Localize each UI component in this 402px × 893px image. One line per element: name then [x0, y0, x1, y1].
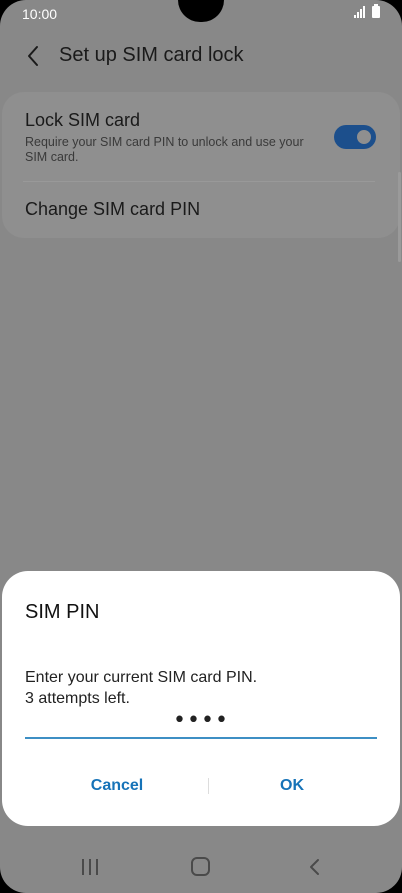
dialog-message: Enter your current SIM card PIN. 3 attem…	[25, 667, 365, 709]
dialog-title: SIM PIN	[25, 601, 100, 623]
screen: 10:00 Set up SIM card lock Lock SIM card…	[0, 0, 402, 893]
change-sim-pin-row[interactable]: Change SIM card PIN	[2, 181, 400, 238]
row-divider	[23, 181, 375, 182]
home-icon[interactable]	[191, 857, 210, 876]
dialog-message-line-1: Enter your current SIM card PIN.	[25, 669, 258, 686]
navigation-bar	[0, 841, 402, 893]
lock-sim-card-row[interactable]: Lock SIM card Require your SIM card PIN …	[2, 92, 400, 180]
lock-sim-card-description: Require your SIM card PIN to unlock and …	[25, 135, 304, 164]
toggle-knob	[355, 128, 373, 146]
nav-back-icon[interactable]	[305, 857, 325, 877]
app-header: Set up SIM card lock	[0, 36, 402, 76]
sim-pin-dialog: SIM PIN Enter your current SIM card PIN.…	[2, 571, 400, 826]
signal-icon	[354, 6, 366, 18]
cancel-button[interactable]: Cancel	[27, 771, 207, 801]
status-icons	[354, 4, 380, 18]
status-time: 10:00	[22, 6, 58, 22]
battery-icon	[372, 4, 380, 18]
recent-apps-icon[interactable]	[82, 859, 98, 875]
scrollbar[interactable]	[398, 172, 401, 262]
settings-card: Lock SIM card Require your SIM card PIN …	[2, 92, 400, 238]
page-title: Set up SIM card lock	[59, 44, 244, 66]
lock-sim-card-toggle[interactable]	[334, 125, 376, 149]
ok-button[interactable]: OK	[202, 771, 382, 801]
dialog-message-line-2: 3 attempts left.	[25, 690, 130, 707]
lock-sim-card-title: Lock SIM card	[25, 110, 141, 130]
status-bar: 10:00	[0, 0, 402, 28]
pin-input[interactable]: ••••	[25, 707, 377, 739]
camera-notch	[178, 0, 224, 22]
back-arrow-icon[interactable]	[22, 44, 46, 68]
change-sim-pin-title: Change SIM card PIN	[25, 199, 201, 219]
